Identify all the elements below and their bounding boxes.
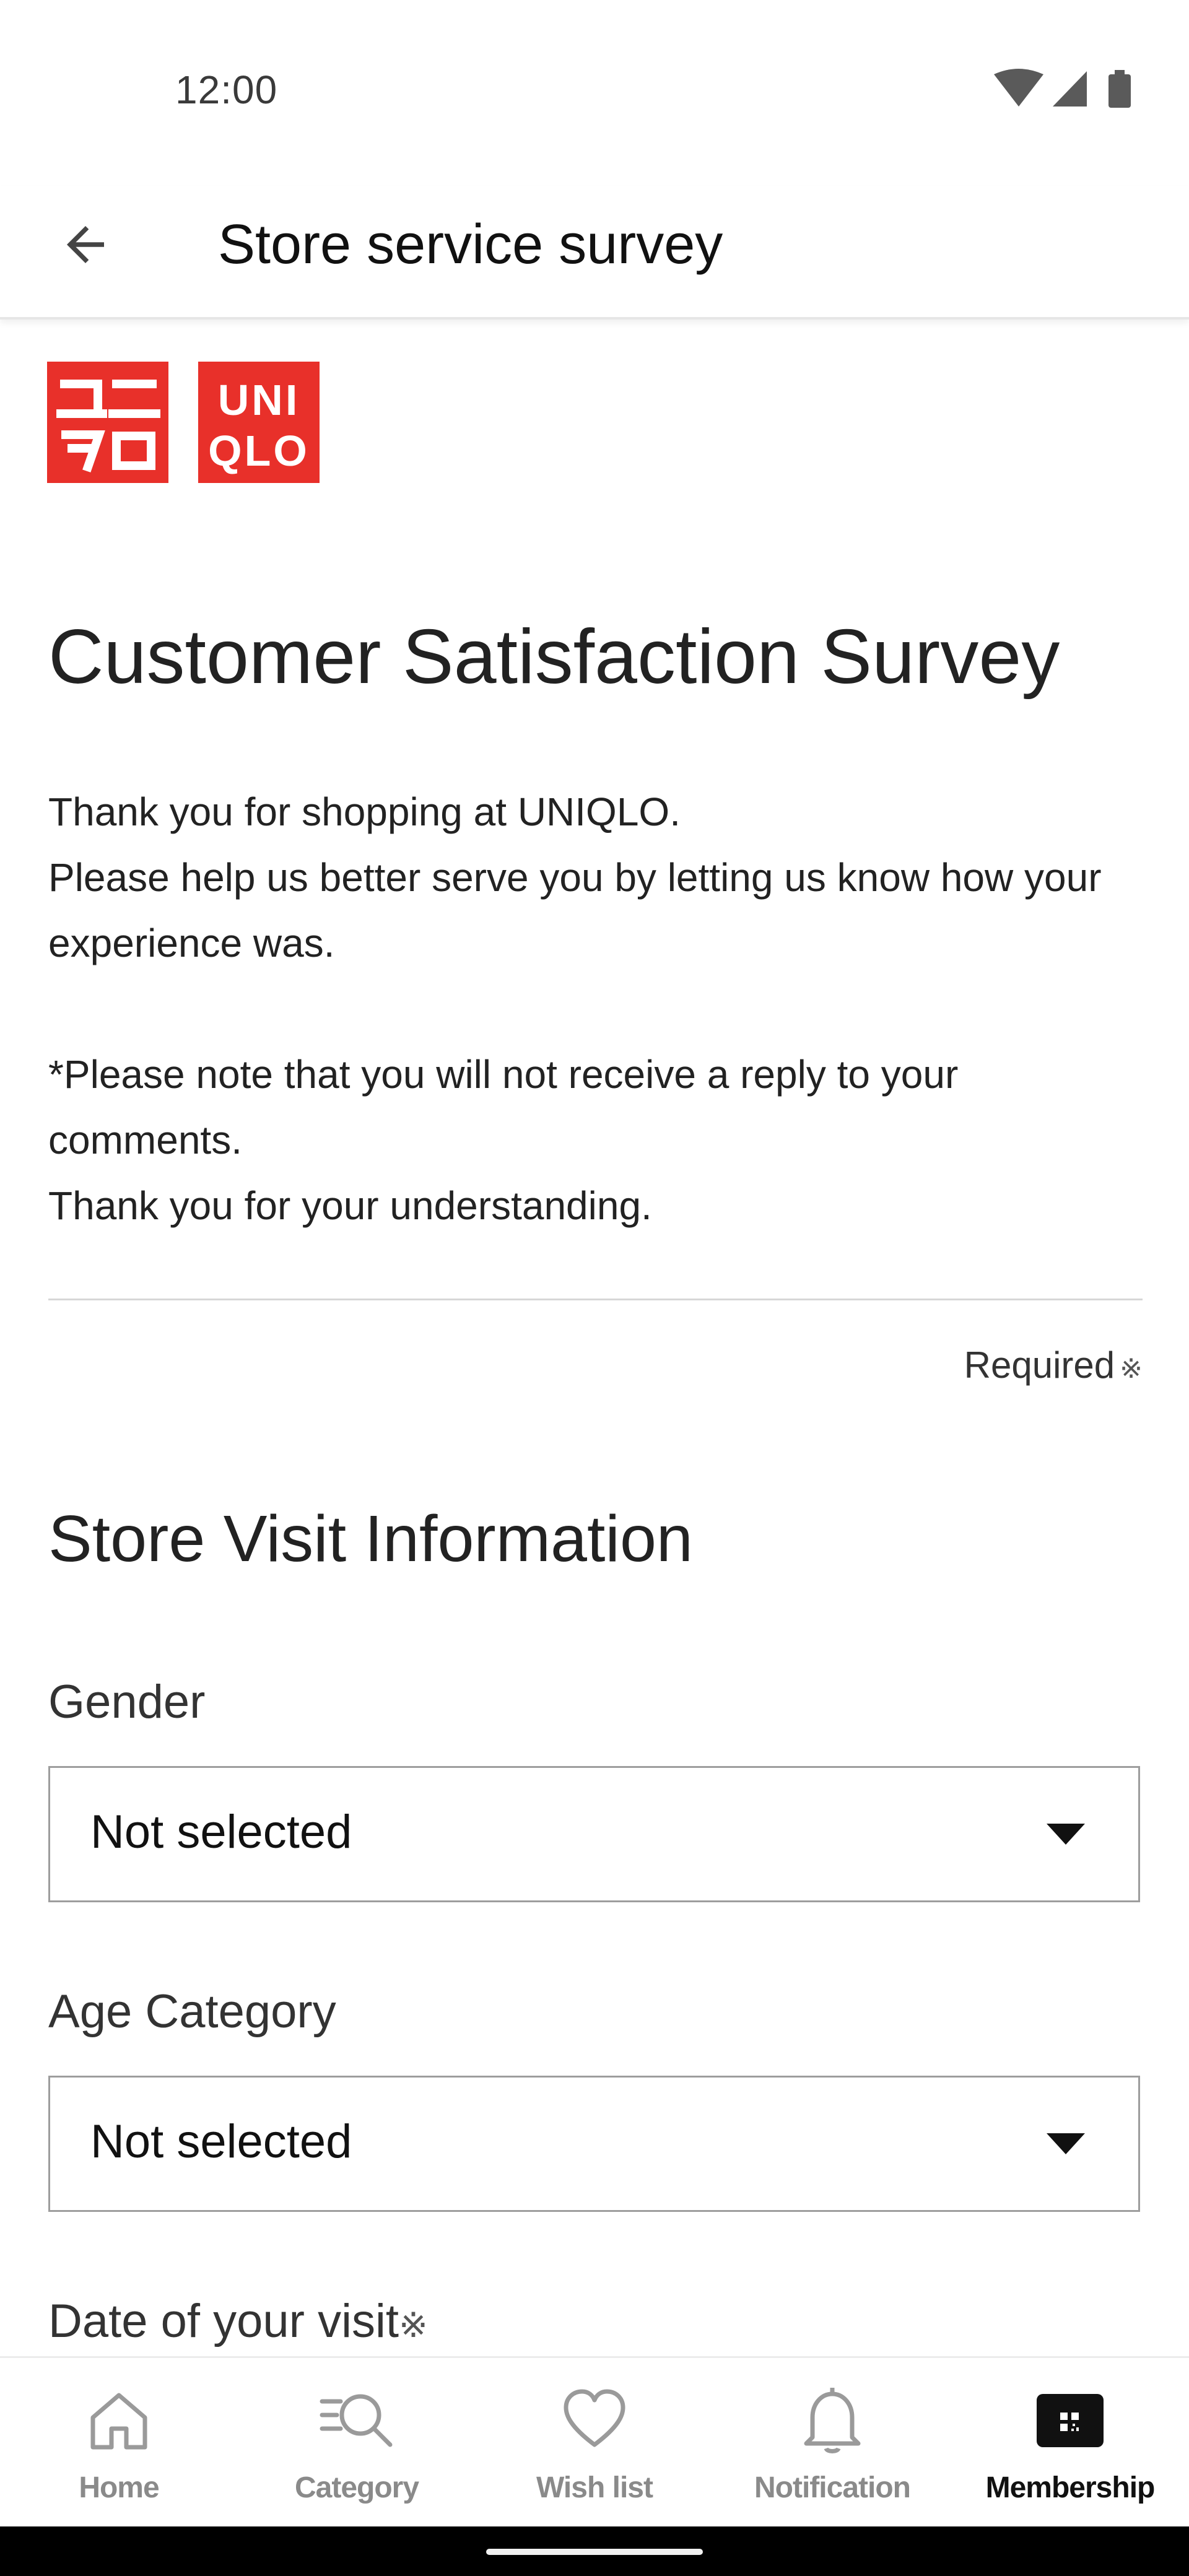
membership-card-icon: [1037, 2394, 1104, 2447]
caret-down-icon: [1047, 1824, 1085, 1845]
visit-date-label: Date of your visit※: [48, 2294, 428, 2348]
logo-katakana-box: [47, 362, 168, 483]
heart-icon: [564, 2389, 625, 2447]
bell-icon: [804, 2388, 861, 2453]
required-label: Required: [964, 1344, 1115, 1386]
status-time: 12:00: [175, 67, 278, 112]
survey-intro: Thank you for shopping at UNIQLO. Please…: [48, 779, 1143, 1238]
section-title: Store Visit Information: [48, 1502, 693, 1575]
gender-select-value: Not selected: [90, 1806, 352, 1858]
nav-item-category[interactable]: Category: [238, 2358, 476, 2528]
page-title: Store service survey: [218, 214, 723, 276]
home-icon: [90, 2393, 147, 2450]
section-divider: [48, 1299, 1143, 1300]
required-legend: Required ※: [964, 1344, 1143, 1386]
category-search-icon: [320, 2394, 393, 2447]
nav-item-wish-list[interactable]: Wish list: [476, 2358, 713, 2528]
visit-date-label-text: Date of your visit: [48, 2295, 399, 2348]
status-icons: [994, 68, 1136, 111]
required-mark: ※: [1120, 1354, 1143, 1384]
logo-text-top: UNI: [218, 376, 300, 424]
battery-icon: [1108, 70, 1131, 108]
note-line-1: *Please note that you will not receive a…: [48, 1052, 959, 1162]
cellular-signal-icon: [1053, 71, 1087, 107]
nav-item-notification[interactable]: Notification: [713, 2358, 951, 2528]
app-bar: Store service survey: [0, 186, 1189, 320]
logo-text-bottom: QLO: [208, 427, 310, 475]
nav-label-membership: Membership: [985, 2471, 1156, 2504]
arrow-left-icon: [67, 226, 104, 263]
nav-label-category: Category: [294, 2471, 419, 2504]
logo-latin-box: UNI QLO: [198, 362, 320, 483]
note-line-2: Thank you for your understanding.: [48, 1183, 652, 1228]
nav-label-wish-list: Wish list: [536, 2471, 653, 2504]
age-category-label: Age Category: [48, 1985, 336, 2038]
caret-down-icon: [1047, 2133, 1085, 2154]
visit-date-required-mark: ※: [399, 2305, 428, 2344]
intro-line-1: Thank you for shopping at UNIQLO.: [48, 790, 681, 834]
nav-item-membership[interactable]: Membership: [951, 2358, 1189, 2528]
bottom-navigation: Home Category Wish list Notification Mem…: [0, 2356, 1189, 2528]
nav-item-home[interactable]: Home: [0, 2358, 238, 2528]
system-gesture-bar: [0, 2526, 1189, 2576]
wifi-icon: [994, 69, 1043, 107]
nav-label-notification: Notification: [754, 2471, 911, 2504]
survey-heading: Customer Satisfaction Survey: [48, 614, 1060, 700]
age-category-select-value: Not selected: [90, 2115, 352, 2168]
age-category-select[interactable]: Not selected: [48, 2076, 1140, 2212]
gesture-handle[interactable]: [486, 2549, 703, 2555]
intro-line-2: Please help us better serve you by letti…: [48, 855, 1102, 965]
nav-label-home: Home: [79, 2471, 159, 2504]
back-button[interactable]: [48, 207, 123, 282]
status-bar: 12:00: [0, 0, 1189, 186]
gender-label: Gender: [48, 1676, 206, 1728]
gender-select[interactable]: Not selected: [48, 1766, 1140, 1902]
